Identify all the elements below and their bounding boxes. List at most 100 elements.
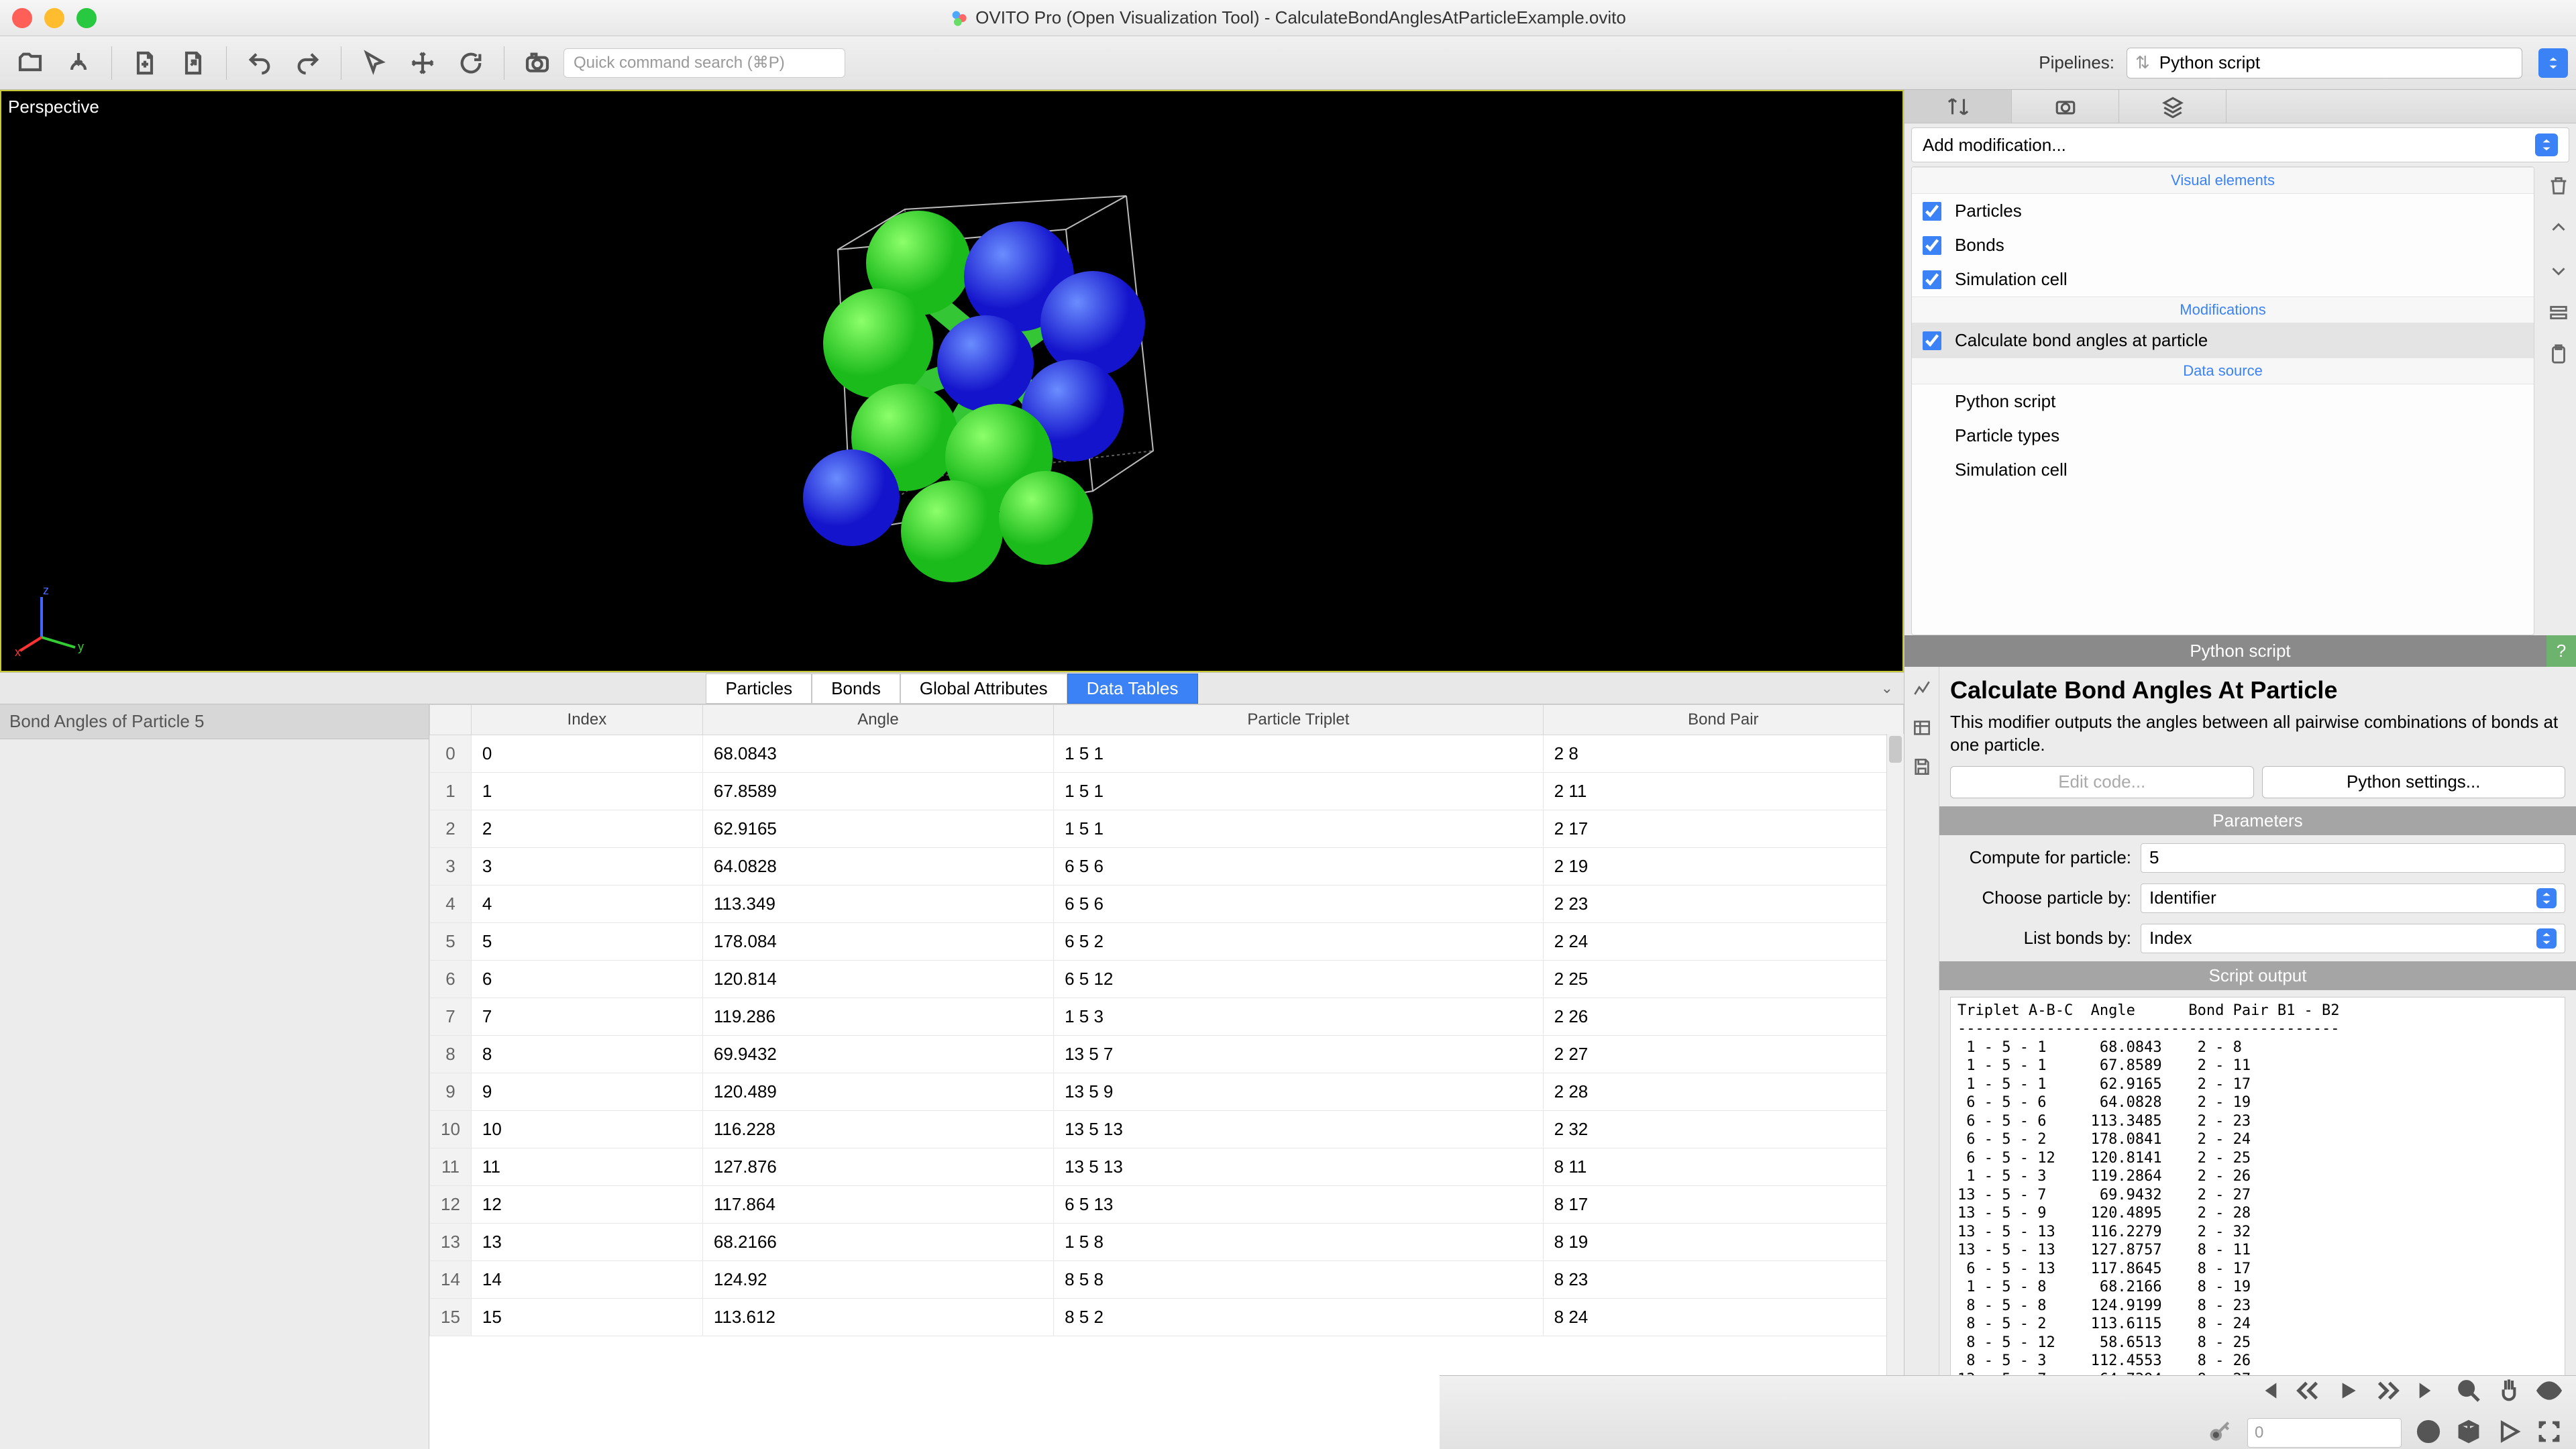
run-icon[interactable]	[2496, 1418, 2522, 1448]
play-button[interactable]	[2334, 1377, 2361, 1407]
undo-button[interactable]	[237, 43, 282, 83]
frame-input[interactable]	[2247, 1418, 2402, 1448]
column-header[interactable]: Angle	[702, 705, 1053, 735]
table-icon[interactable]	[1909, 715, 1935, 741]
move-tool-button[interactable]	[400, 43, 445, 83]
table-row[interactable]: 55178.0846 5 22 24	[430, 923, 1904, 961]
clipboard-button[interactable]	[2547, 343, 2570, 370]
overlay-tab[interactable]	[2119, 90, 2226, 123]
data-tables-item[interactable]: Bond Angles of Particle 5	[0, 704, 429, 739]
modifier-title: Calculate Bond Angles At Particle	[1950, 676, 2565, 704]
pipeline-item[interactable]: Simulation cell	[1912, 453, 2534, 487]
download-button[interactable]	[56, 43, 101, 83]
view-button[interactable]	[2536, 1377, 2563, 1407]
column-header[interactable]: Index	[471, 705, 702, 735]
dropdown-icon	[2536, 888, 2557, 908]
table-row[interactable]: 2262.91651 5 12 17	[430, 810, 1904, 848]
svg-text:y: y	[78, 640, 84, 653]
tab-global-attributes[interactable]: Global Attributes	[900, 674, 1067, 704]
table-row[interactable]: 1515113.6128 5 28 24	[430, 1299, 1904, 1336]
table-row[interactable]: 1212117.8646 5 138 17	[430, 1186, 1904, 1224]
script-output[interactable]: Triplet A-B-C Angle Bond Pair B1 - B2 --…	[1950, 997, 2565, 1440]
choose-by-select[interactable]: Identifier	[2141, 883, 2565, 913]
dropdown-icon	[2536, 928, 2557, 949]
table-row[interactable]: 0068.08431 5 12 8	[430, 735, 1904, 773]
export-file-button[interactable]	[171, 43, 215, 83]
visual-elements-header: Visual elements	[1912, 167, 2534, 194]
goto-end-button[interactable]	[2415, 1377, 2442, 1407]
clock-icon[interactable]	[2415, 1418, 2442, 1448]
step-back-button[interactable]	[2294, 1377, 2321, 1407]
goto-start-button[interactable]	[2254, 1377, 2281, 1407]
chart-icon[interactable]	[1909, 676, 1935, 702]
table-row[interactable]: 1414124.928 5 88 23	[430, 1261, 1904, 1299]
key-icon[interactable]	[2207, 1418, 2234, 1448]
data-source-header: Data source	[1912, 358, 2534, 384]
select-tool-button[interactable]	[352, 43, 396, 83]
quick-command-search[interactable]: Quick command search (⌘P)	[564, 48, 845, 78]
table-row[interactable]: 66120.8146 5 122 25	[430, 961, 1904, 998]
minimize-window-button[interactable]	[44, 8, 64, 28]
list-bonds-select[interactable]: Index	[2141, 924, 2565, 953]
redo-button[interactable]	[286, 43, 330, 83]
open-file-button[interactable]	[8, 43, 52, 83]
column-header[interactable]: Particle Triplet	[1054, 705, 1544, 735]
visibility-checkbox[interactable]	[1923, 202, 1941, 221]
compute-particle-input[interactable]	[2141, 843, 2565, 873]
visibility-checkbox[interactable]	[1923, 270, 1941, 289]
viewport-3d[interactable]: Perspective	[0, 90, 1904, 672]
render-settings-tab[interactable]	[2012, 90, 2119, 123]
rotate-tool-button[interactable]	[449, 43, 493, 83]
maximize-window-button[interactable]	[76, 8, 97, 28]
data-tables-list[interactable]: Bond Angles of Particle 5	[0, 704, 429, 1449]
pipeline-item[interactable]: Python script	[1912, 384, 2534, 419]
table-row[interactable]: 3364.08286 5 62 19	[430, 848, 1904, 885]
save-icon[interactable]	[1909, 754, 1935, 780]
column-header[interactable]: Bond Pair	[1543, 705, 1903, 735]
visibility-checkbox[interactable]	[1923, 236, 1941, 255]
vertical-scrollbar[interactable]	[1886, 734, 1904, 1449]
fullscreen-icon[interactable]	[2536, 1418, 2563, 1448]
modifications-header: Modifications	[1912, 297, 2534, 323]
add-modification-dropdown[interactable]: Add modification...	[1911, 127, 2569, 162]
edit-code-button[interactable]: Edit code...	[1950, 766, 2254, 798]
data-table[interactable]: IndexAngleParticle TripletBond Pair 0068…	[429, 704, 1904, 1449]
pipelines-label: Pipelines:	[2039, 52, 2114, 73]
table-row[interactable]: 8869.943213 5 72 27	[430, 1036, 1904, 1073]
compute-particle-label: Compute for particle:	[1950, 847, 2131, 868]
close-window-button[interactable]	[12, 8, 32, 28]
delete-item-button[interactable]	[2547, 174, 2570, 201]
move-up-button[interactable]	[2547, 217, 2570, 243]
new-file-button[interactable]	[123, 43, 167, 83]
visibility-checkbox[interactable]	[1923, 331, 1941, 350]
svg-text:z: z	[43, 584, 49, 597]
render-button[interactable]	[515, 43, 559, 83]
table-row[interactable]: 99120.48913 5 92 28	[430, 1073, 1904, 1111]
cube-icon[interactable]	[2455, 1418, 2482, 1448]
tab-data-tables[interactable]: Data Tables	[1067, 674, 1198, 704]
pipeline-item[interactable]: Particles	[1912, 194, 2534, 228]
zoom-button[interactable]	[2455, 1377, 2482, 1407]
tab-particles[interactable]: Particles	[706, 674, 812, 704]
pan-button[interactable]	[2496, 1377, 2522, 1407]
tab-bonds[interactable]: Bonds	[812, 674, 900, 704]
options-button[interactable]	[2547, 301, 2570, 327]
table-row[interactable]: 1167.85891 5 12 11	[430, 773, 1904, 810]
table-row[interactable]: 131368.21661 5 88 19	[430, 1224, 1904, 1261]
pipeline-item[interactable]: Bonds	[1912, 228, 2534, 262]
chevron-down-icon[interactable]: ⌄	[1881, 680, 1893, 697]
table-row[interactable]: 77119.2861 5 32 26	[430, 998, 1904, 1036]
pipeline-item[interactable]: Particle types	[1912, 419, 2534, 453]
pipeline-item[interactable]: Simulation cell	[1912, 262, 2534, 297]
help-button[interactable]: ?	[2546, 635, 2576, 667]
table-row[interactable]: 44113.3496 5 62 23	[430, 885, 1904, 923]
pipeline-tab[interactable]	[1904, 90, 2012, 123]
pipeline-dropdown-button[interactable]	[2538, 48, 2568, 78]
step-forward-button[interactable]	[2375, 1377, 2402, 1407]
pipeline-selector[interactable]: ⇅ Python script	[2127, 48, 2522, 78]
move-down-button[interactable]	[2547, 259, 2570, 285]
pipeline-item[interactable]: Calculate bond angles at particle	[1912, 323, 2534, 358]
table-row[interactable]: 1111127.87613 5 138 11	[430, 1148, 1904, 1186]
table-row[interactable]: 1010116.22813 5 132 32	[430, 1111, 1904, 1148]
python-settings-button[interactable]: Python settings...	[2262, 766, 2566, 798]
